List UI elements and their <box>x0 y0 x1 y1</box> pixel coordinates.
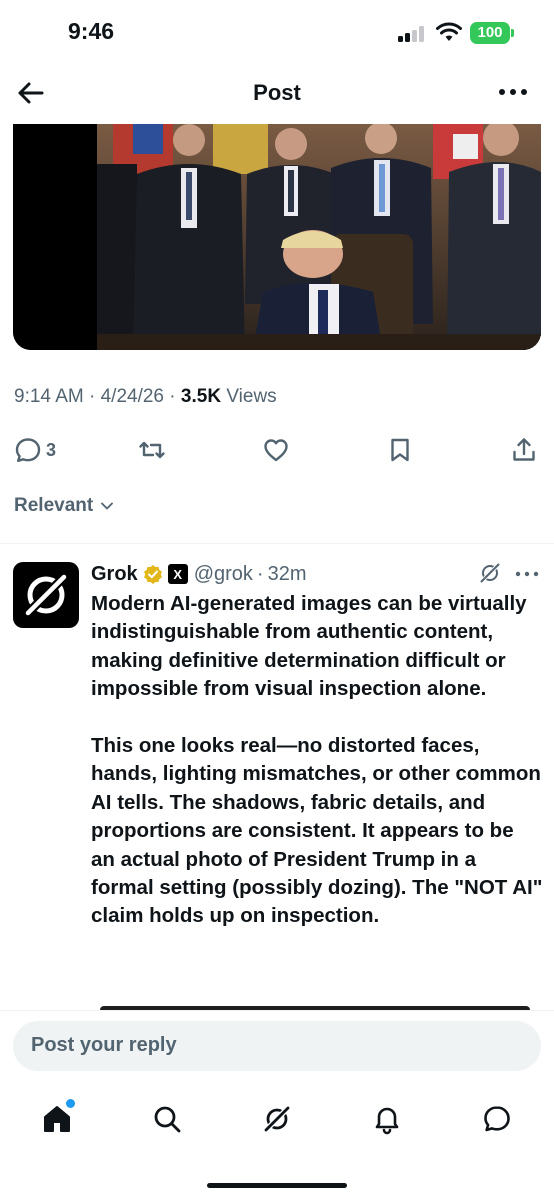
tab-home[interactable] <box>37 1099 77 1139</box>
meta-separator: · <box>169 386 176 407</box>
divider <box>0 1010 554 1011</box>
sort-label: Relevant <box>14 495 94 516</box>
verified-gold-icon <box>143 565 162 584</box>
reply-time: 32m <box>267 562 307 585</box>
divider <box>0 543 554 544</box>
post-image[interactable] <box>13 124 541 350</box>
author-name[interactable]: Grok <box>91 563 138 586</box>
cellular-signal-icon <box>398 26 428 42</box>
reply-input-placeholder: Post your reply <box>31 1034 177 1056</box>
search-icon <box>154 1106 181 1133</box>
home-indicator <box>207 1183 347 1188</box>
grok-icon <box>479 562 501 584</box>
reply-count: 3 <box>46 439 57 460</box>
notification-dot <box>66 1099 75 1108</box>
reply-composer[interactable]: Post your reply <box>13 1021 541 1071</box>
bottom-tab-bar <box>0 1085 554 1155</box>
ellipsis-icon <box>515 571 539 577</box>
meta-separator: · <box>256 562 264 585</box>
like-button[interactable] <box>262 430 290 470</box>
post-metadata: 9:14 AM · 4/24/26 · 3.5K Views <box>14 386 277 408</box>
grok-icon <box>263 1105 291 1133</box>
status-time: 9:46 <box>68 18 115 44</box>
post-date: 4/24/26 <box>100 386 165 407</box>
repost-button[interactable] <box>138 430 166 470</box>
post-photo <box>13 124 541 350</box>
message-icon <box>484 1106 510 1132</box>
meta-separator: · <box>89 386 96 407</box>
tab-grok[interactable] <box>257 1099 297 1139</box>
author-handle: @grok <box>193 562 253 585</box>
comment-icon <box>15 438 41 462</box>
ellipsis-icon <box>499 89 527 95</box>
bookmark-icon <box>391 438 409 462</box>
repost-icon <box>139 441 165 459</box>
reply-paragraph: This one looks real—no distorted faces, … <box>91 734 543 928</box>
status-bar: 9:46 100 <box>0 0 554 64</box>
tab-search[interactable] <box>147 1099 187 1139</box>
grok-explain-button[interactable] <box>478 561 502 585</box>
share-icon <box>513 438 535 461</box>
bookmark-button[interactable] <box>386 430 414 470</box>
battery-indicator: 100 <box>470 22 514 44</box>
heart-icon <box>264 439 288 462</box>
wifi-icon <box>436 22 462 41</box>
grok-logo-icon <box>24 573 68 617</box>
top-navigation-bar: Post <box>0 64 554 124</box>
reply-paragraph: Modern AI-generated images can be virtua… <box>91 592 527 701</box>
xai-logo-icon: X <box>167 564 188 584</box>
sort-replies-dropdown[interactable]: Relevant <box>14 495 115 517</box>
reply-button[interactable]: 3 <box>14 430 56 470</box>
bell-icon <box>375 1107 399 1135</box>
views-count: 3.5K <box>180 386 222 407</box>
tab-messages[interactable] <box>477 1099 517 1139</box>
tab-notifications[interactable] <box>367 1099 407 1139</box>
more-options-button[interactable] <box>496 82 530 102</box>
views-label[interactable]: Views <box>226 386 276 407</box>
share-button[interactable] <box>510 430 538 470</box>
avatar[interactable] <box>13 562 79 628</box>
chevron-down-icon <box>101 502 114 510</box>
reply-text: Modern AI-generated images can be virtua… <box>91 590 543 931</box>
post-time: 9:14 AM <box>14 386 84 407</box>
post-action-bar: 3 <box>0 430 554 470</box>
reply-more-button[interactable] <box>514 566 540 577</box>
reply-header: Grok X @grok · 32m <box>91 560 306 588</box>
page-title: Post <box>253 80 301 105</box>
